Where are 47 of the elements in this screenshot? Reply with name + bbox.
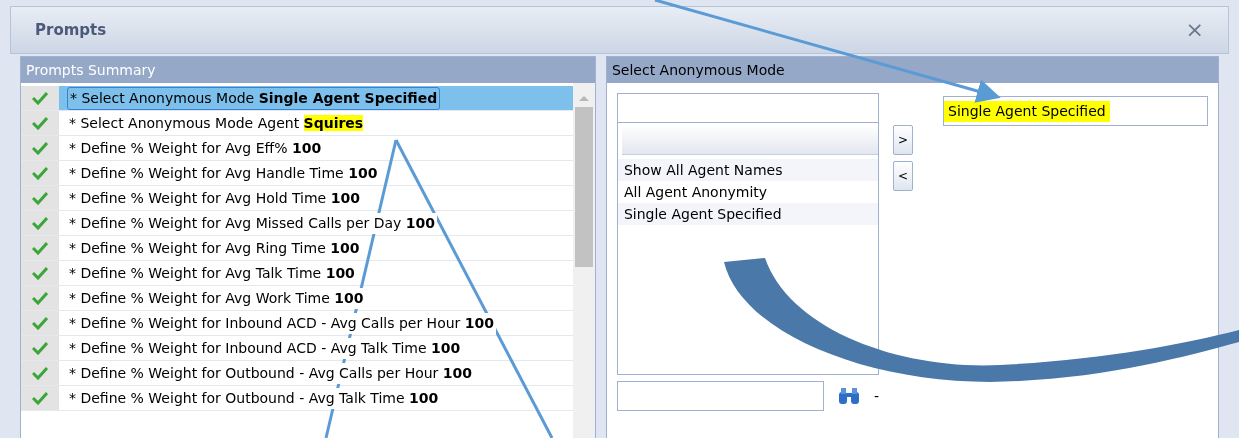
- check-icon: [32, 291, 48, 305]
- check-icon: [32, 266, 48, 280]
- add-button[interactable]: >: [893, 125, 913, 155]
- check-icon: [32, 116, 48, 130]
- check-icon: [32, 216, 48, 230]
- binoculars-icon[interactable]: [837, 387, 860, 405]
- panel-header: Prompts Summary: [21, 57, 595, 83]
- prompt-row[interactable]: * Define % Weight for Avg Work Time 100: [21, 286, 573, 311]
- check-icon: [32, 241, 48, 255]
- check-icon: [32, 341, 48, 355]
- scrollbar[interactable]: [572, 83, 595, 438]
- scroll-up-icon[interactable]: [577, 93, 590, 103]
- window-title: Prompts: [35, 19, 107, 41]
- prompt-row[interactable]: * Define % Weight for Avg Handle Time 100: [21, 161, 573, 186]
- search-field[interactable]: [616, 381, 824, 411]
- check-icon: [32, 366, 48, 380]
- prompt-text: * Select Anonymous Mode Single Agent Specified: [67, 86, 441, 110]
- prompt-row[interactable]: * Define % Weight for Inbound ACD - Avg Calls per Hour 100: [21, 311, 573, 336]
- check-icon: [32, 391, 48, 405]
- prompt-text: * Define % Weight for Avg Work Time 100: [67, 287, 366, 309]
- check-icon: [32, 316, 48, 330]
- check-icon: [32, 166, 48, 180]
- prompt-text: * Define % Weight for Inbound ACD - Avg Calls per Hour 100: [67, 312, 497, 334]
- prompt-row[interactable]: * Define % Weight for Avg Missed Calls per Day 100: [21, 211, 573, 236]
- prompt-text: * Select Anonymous Mode Agent Squires: [67, 112, 366, 134]
- prompt-text: * Define % Weight for Outbound - Avg Calls per Hour 100: [67, 362, 475, 384]
- prompt-text: * Define % Weight for Inbound ACD - Avg Talk Time 100: [67, 337, 463, 359]
- panel-header: Select Anonymous Mode: [606, 57, 1218, 83]
- prompt-row[interactable]: * Select Anonymous Mode Single Agent Specified: [21, 86, 573, 111]
- prompt-row[interactable]: * Define % Weight for Avg Eff% 100: [21, 136, 573, 161]
- prompt-row[interactable]: * Define % Weight for Outbound - Avg Talk Time 100: [21, 386, 573, 411]
- check-icon: [32, 141, 48, 155]
- prompt-text: * Define % Weight for Avg Missed Calls per Day 100: [67, 212, 438, 234]
- prompt-row[interactable]: * Define % Weight for Inbound ACD - Avg Talk Time 100: [21, 336, 573, 361]
- selected-value-field[interactable]: Single Agent Specified: [943, 96, 1208, 126]
- option-item[interactable]: Show All Agent Names: [617, 159, 878, 181]
- prompt-text: * Define % Weight for Outbound - Avg Talk Time 100: [67, 387, 441, 409]
- check-icon: [32, 191, 48, 205]
- prompt-row[interactable]: * Define % Weight for Avg Ring Time 100: [21, 236, 573, 261]
- remove-button[interactable]: <: [893, 161, 913, 191]
- prompt-row[interactable]: * Select Anonymous Mode Agent Squires: [21, 111, 573, 136]
- prompt-row[interactable]: * Define % Weight for Avg Talk Time 100: [21, 261, 573, 286]
- check-icon: [32, 91, 48, 105]
- prompt-row[interactable]: * Define % Weight for Outbound - Avg Calls per Hour 100: [21, 361, 573, 386]
- prompt-row[interactable]: * Define % Weight for Avg Hold Time 100: [21, 186, 573, 211]
- search-suffix: -: [873, 386, 879, 406]
- option-item[interactable]: Single Agent Specified: [617, 203, 878, 225]
